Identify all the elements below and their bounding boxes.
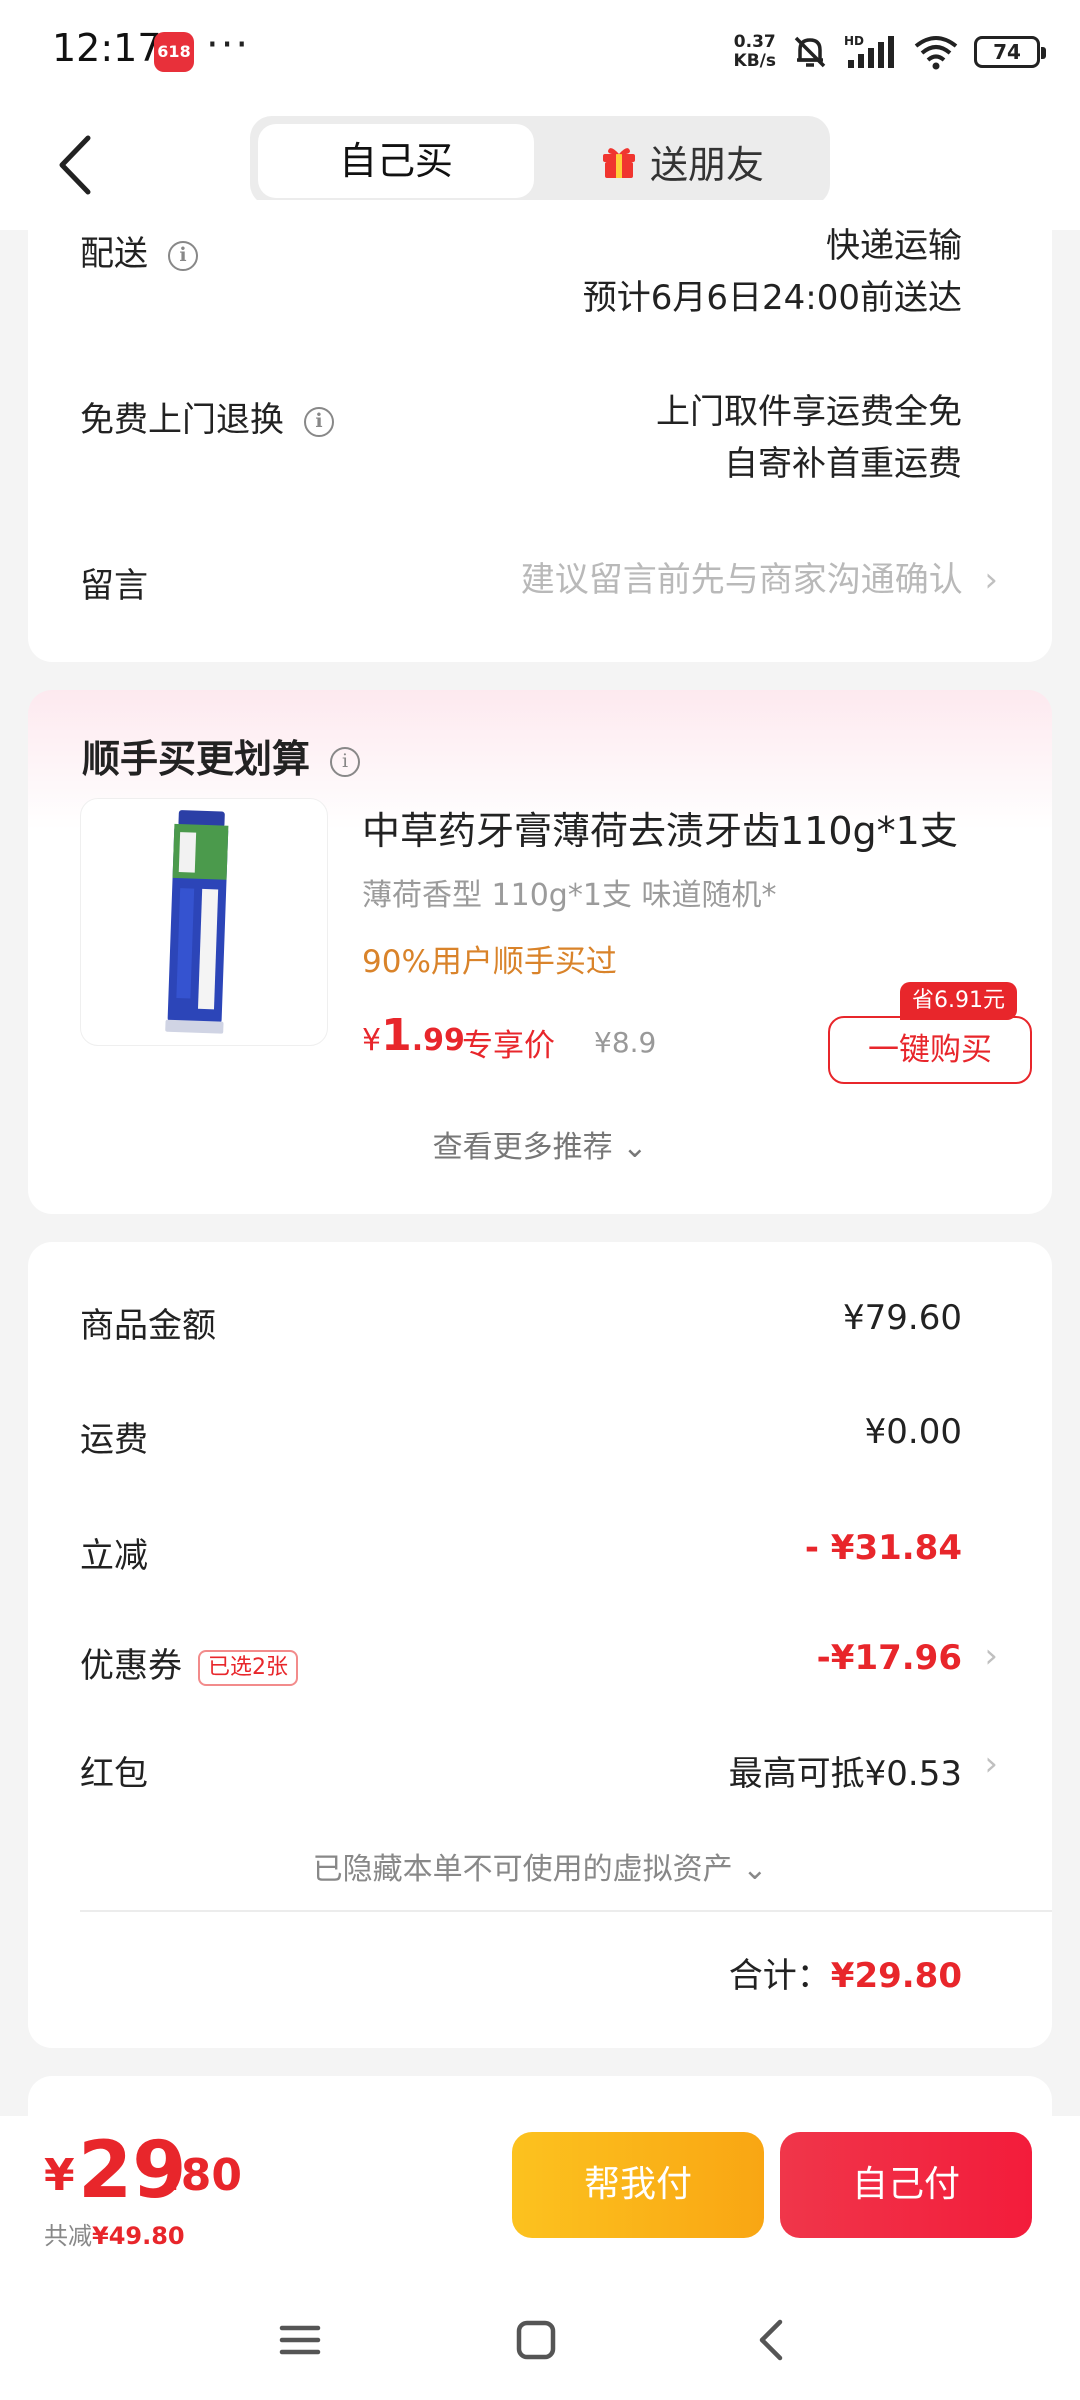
pay-amount-currency: ¥ <box>44 2150 75 2201</box>
delivery-card: 配送 i 快递运输 预计6月6日24:00前送达 免费上门退换 i 上门取件享运费全… <box>28 200 1052 662</box>
chevron-right-icon[interactable]: › <box>984 1636 998 1676</box>
gift-icon <box>602 148 635 178</box>
checkout-bar: ¥ 29 .80 共减¥49.80 帮我付 自己付 <box>0 2116 1080 2282</box>
recommend-product-tag: 90%用户顺手买过 <box>362 944 617 980</box>
pay-myself-button[interactable]: 自己付 <box>780 2132 1032 2238</box>
quick-buy-button[interactable]: 一键购买 <box>828 1016 1032 1084</box>
price-summary-card: 商品金额 ¥79.60 运费 ¥0.00 立减 - ¥31.84 优惠券 已选2张… <box>28 1242 1052 2048</box>
note-placeholder: 建议留言前先与商家沟通确认 <box>520 560 963 600</box>
save-badge: 省6.91元 <box>900 982 1017 1020</box>
coupon-value[interactable]: -¥17.96 <box>817 1638 962 1678</box>
more-recommendations-link[interactable]: 查看更多推荐 ⌄ <box>28 1122 1052 1166</box>
coupon-selected-chip: 已选2张 <box>198 1649 298 1686</box>
red-packet-label: 红包 <box>80 1754 148 1794</box>
divider <box>80 1910 1052 1912</box>
wifi-icon <box>914 36 958 70</box>
home-square-icon[interactable] <box>506 2310 566 2370</box>
shipping-fee-label: 运费 <box>80 1420 148 1460</box>
hd-signal-icon: HD <box>844 34 894 68</box>
original-price: ¥8.9 <box>594 1026 657 1059</box>
recommend-title: 顺手买更划算 i <box>82 728 361 783</box>
shipping-fee-value: ¥0.00 <box>864 1412 962 1452</box>
status-indicators: 0.37 KB/s HD 74 <box>733 30 1046 74</box>
recommend-price: ¥1.99 <box>362 1010 465 1061</box>
note-label: 留言 <box>80 566 148 606</box>
order-confirm-page: 12:17 618 ··· 0.37 KB/s HD 74 自己买 送朋友 配送… <box>0 0 1080 2400</box>
chevron-down-icon: ⌄ <box>732 1852 768 1887</box>
exclusive-price-label: 专享价 <box>462 1028 555 1064</box>
system-nav-bar <box>0 2282 1080 2400</box>
instant-discount-label: 立减 <box>80 1536 148 1576</box>
coupon-label: 优惠券 已选2张 <box>80 1638 298 1687</box>
battery-icon: 74 <box>974 36 1046 68</box>
toothpaste-image <box>165 810 229 1034</box>
chevron-down-icon: ⌄ <box>612 1130 648 1165</box>
shipping-info: 快递运输 预计6月6日24:00前送达 <box>583 220 962 324</box>
goods-amount-label: 商品金额 <box>80 1306 216 1346</box>
pay-amount-decimal: .80 <box>164 2150 242 2201</box>
chevron-right-icon: › <box>973 560 998 600</box>
hidden-assets-toggle[interactable]: 已隐藏本单不可使用的虚拟资产 ⌄ <box>28 1844 1052 1888</box>
info-icon[interactable]: i <box>330 746 361 777</box>
tab-gift-friend[interactable]: 送朋友 <box>542 124 822 198</box>
status-time: 12:17 <box>52 26 162 70</box>
tab-gift-label: 送朋友 <box>649 142 764 187</box>
shipping-row-label: 配送 i <box>80 226 198 275</box>
tab-buy-for-self[interactable]: 自己买 <box>258 124 534 198</box>
info-icon[interactable]: i <box>168 240 198 271</box>
recommend-product-name[interactable]: 中草药牙膏薄荷去渍牙齿110g*1支 <box>362 800 958 855</box>
back-arrow-icon[interactable] <box>50 132 100 198</box>
goods-amount-value: ¥79.60 <box>843 1298 962 1338</box>
shipping-eta: 预计6月6日24:00前送达 <box>582 278 962 318</box>
return-line-1: 上门取件享运费全免 <box>656 392 962 432</box>
svg-text:HD: HD <box>844 34 864 48</box>
product-image[interactable] <box>80 798 328 1046</box>
menu-icon[interactable] <box>270 2310 330 2370</box>
chevron-right-icon[interactable]: › <box>984 1744 998 1784</box>
total-saved: 共减¥49.80 <box>44 2222 185 2250</box>
shipping-method: 快递运输 <box>826 226 962 266</box>
info-icon[interactable]: i <box>304 406 334 437</box>
return-line-2: 自寄补首重运费 <box>724 444 962 484</box>
recommend-product-spec: 薄荷香型 110g*1支 味道随机* <box>362 878 777 913</box>
order-total: 合计：¥29.80 <box>728 1956 962 1996</box>
nav-back-icon[interactable] <box>742 2310 802 2370</box>
network-speed: 0.37 KB/s <box>733 32 776 71</box>
return-row-label: 免费上门退换 i <box>80 392 334 441</box>
recommend-card: 顺手买更划算 i 中草药牙膏薄荷去渍牙齿110g*1支 薄荷香型 110g*1支 … <box>28 690 1052 1214</box>
instant-discount-value: - ¥31.84 <box>804 1528 962 1568</box>
purchase-mode-switch: 自己买 送朋友 <box>250 116 830 206</box>
help-me-pay-button[interactable]: 帮我付 <box>512 2132 764 2238</box>
app-notification-icon: 618 <box>154 32 194 72</box>
status-bar: 12:17 618 ··· 0.37 KB/s HD 74 <box>0 0 1080 100</box>
mute-bell-icon <box>794 36 826 68</box>
more-notifications-icon: ··· <box>206 22 251 68</box>
red-packet-value[interactable]: 最高可抵¥0.53 <box>729 1746 962 1795</box>
return-info: 上门取件享运费全免 自寄补首重运费 <box>656 386 962 490</box>
note-input[interactable]: 建议留言前先与商家沟通确认 › <box>521 552 998 601</box>
